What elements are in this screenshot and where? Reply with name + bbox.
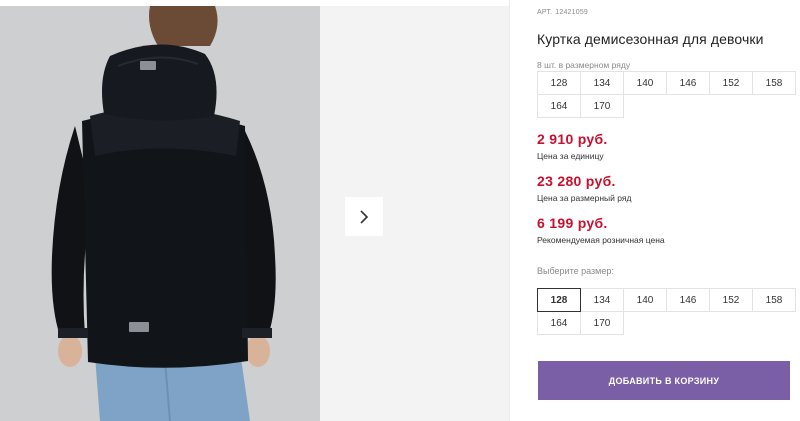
- size-selector: 128 134 140 146 152 158 164 170: [537, 288, 796, 335]
- pack-size-cell: 134: [580, 71, 624, 95]
- size-selector-label: Выберите размер:: [537, 266, 614, 276]
- pack-size-cell: 164: [537, 94, 581, 118]
- size-option-152[interactable]: 152: [709, 288, 753, 312]
- unit-price: 2 910 руб.: [537, 131, 608, 147]
- size-option-164[interactable]: 164: [537, 311, 581, 335]
- retail-price-caption: Рекомендуемая розничная цена: [537, 235, 665, 245]
- sku-value: 12421059: [555, 9, 589, 16]
- retail-price: 6 199 руб.: [537, 215, 608, 231]
- pack-size-cell: 170: [580, 94, 624, 118]
- size-option-158[interactable]: 158: [752, 288, 796, 312]
- pack-size-cell: 158: [752, 71, 796, 95]
- product-title: Куртка демисезонная для девочки: [537, 31, 764, 47]
- pack-size-cell: 140: [623, 71, 667, 95]
- next-image-button[interactable]: [345, 197, 383, 236]
- product-photo: [0, 6, 320, 421]
- size-option-128[interactable]: 128: [537, 288, 581, 312]
- pack-size-cell: 128: [537, 71, 581, 95]
- product-photo-image: [0, 6, 320, 421]
- add-to-cart-button[interactable]: ДОБАВИТЬ В КОРЗИНУ: [538, 361, 790, 400]
- product-gallery: [0, 0, 510, 421]
- pack-size-cell: 152: [709, 71, 753, 95]
- sku-label: АРТ.: [537, 9, 553, 16]
- size-option-170[interactable]: 170: [580, 311, 624, 335]
- chevron-right-icon: [360, 209, 369, 224]
- pack-price: 23 280 руб.: [537, 173, 616, 189]
- size-option-146[interactable]: 146: [666, 288, 710, 312]
- pack-size-grid: 128 134 140 146 152 158 164 170: [537, 71, 796, 118]
- pack-price-caption: Цена за размерный ряд: [537, 193, 632, 203]
- product-sku: АРТ. 12421059: [537, 9, 588, 16]
- unit-price-caption: Цена за единицу: [537, 151, 604, 161]
- pack-info: 8 шт. в размерном ряду: [537, 60, 631, 70]
- pack-size-cell: 146: [666, 71, 710, 95]
- panel-divider: [509, 0, 510, 421]
- size-option-140[interactable]: 140: [623, 288, 667, 312]
- size-option-134[interactable]: 134: [580, 288, 624, 312]
